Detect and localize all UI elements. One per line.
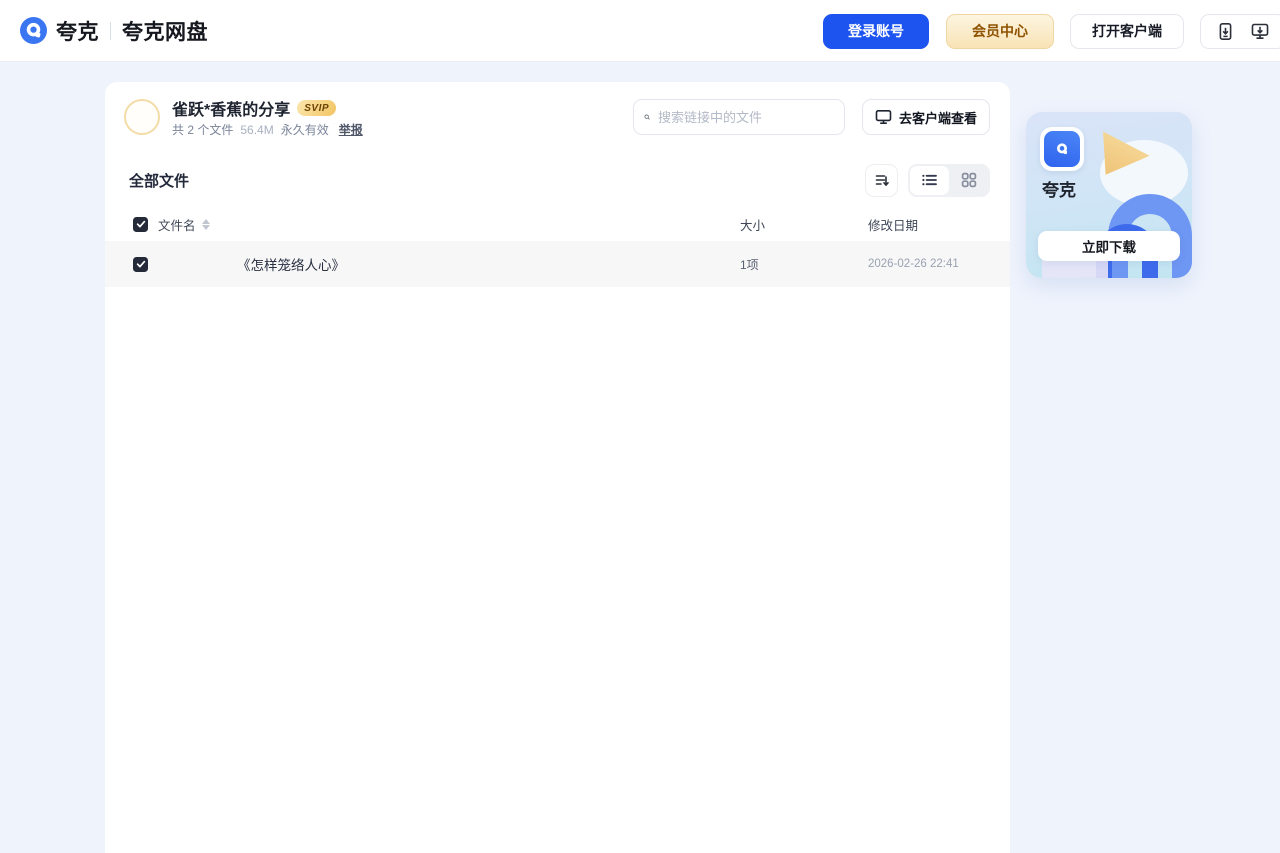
column-name-header[interactable]: 文件名 (158, 215, 196, 234)
file-row[interactable]: 《怎样笼络人心》 1项 2026-02-26 22:41 (105, 241, 1010, 287)
search-input[interactable] (658, 109, 834, 125)
brand-name: 夸克 (56, 20, 99, 44)
open-client-button[interactable]: 打开客户端 (1070, 13, 1184, 49)
view-toggle (908, 163, 990, 197)
quark-logo-icon (20, 17, 47, 44)
check-icon (136, 220, 145, 228)
monitor-icon (875, 109, 892, 124)
phone-download-icon[interactable] (1217, 22, 1234, 40)
svip-badge: SVIP (297, 100, 337, 116)
sort-order-button[interactable] (865, 163, 898, 197)
column-modified-header[interactable]: 修改日期 (868, 215, 986, 234)
share-content-card: 雀跃*香蕉的分享 SVIP 共 2 个文件 56.4M 永久有效 举报 去客户端… (105, 82, 1010, 853)
list-view-icon (922, 174, 937, 186)
file-table-header: 文件名 大小 修改日期 (105, 209, 1010, 239)
search-box[interactable] (633, 99, 845, 135)
share-validity: 永久有效 (280, 123, 329, 137)
select-all-checkbox[interactable] (133, 216, 148, 232)
sort-order-icon (875, 175, 889, 187)
file-section-header: 全部文件 (129, 163, 990, 197)
grid-view-button[interactable] (949, 166, 988, 195)
brand[interactable]: 夸克 夸克网盘 (20, 16, 208, 46)
monitor-download-icon[interactable] (1251, 23, 1269, 40)
share-file-count: 共 2 个文件 (172, 123, 234, 137)
promo-app-name: 夸克 (1042, 181, 1076, 200)
share-title: 雀跃*香蕉的分享 (172, 102, 291, 119)
list-view-button[interactable] (910, 165, 949, 195)
view-in-client-button[interactable]: 去客户端查看 (862, 99, 990, 135)
file-size: 1项 (740, 257, 759, 272)
brand-divider (110, 21, 111, 40)
sort-arrows-icon[interactable] (201, 218, 210, 230)
download-now-button[interactable]: 立即下载 (1038, 231, 1180, 261)
share-meta: 共 2 个文件 56.4M 永久有效 举报 (172, 121, 363, 138)
sharer-avatar (124, 99, 160, 135)
row-checkbox[interactable] (133, 256, 148, 272)
login-button[interactable]: 登录账号 (823, 13, 929, 49)
share-header: 雀跃*香蕉的分享 SVIP 共 2 个文件 56.4M 永久有效 举报 去客户端… (105, 82, 1010, 154)
file-modified-date: 2026-02-26 22:41 (868, 258, 959, 270)
report-link[interactable]: 举报 (339, 121, 363, 138)
quark-app-icon (1040, 127, 1084, 171)
download-apps-pill (1200, 13, 1280, 49)
view-in-client-label: 去客户端查看 (898, 110, 977, 126)
grid-view-icon (961, 172, 976, 188)
app-download-promo-card[interactable]: 夸克 立即下载 (1026, 112, 1192, 278)
brand-product-name: 夸克网盘 (122, 20, 208, 44)
header-actions: 登录账号 会员中心 打开客户端 (823, 0, 1280, 62)
check-icon (136, 260, 145, 268)
section-title: 全部文件 (129, 172, 190, 190)
quark-logo-icon (1057, 143, 1068, 155)
search-icon (644, 114, 650, 120)
share-total-size: 56.4M (240, 122, 274, 137)
membership-button[interactable]: 会员中心 (946, 13, 1054, 49)
top-header: 夸克 夸克网盘 登录账号 会员中心 打开客户端 (0, 0, 1280, 62)
column-size-header[interactable]: 大小 (740, 215, 868, 234)
file-name[interactable]: 《怎样笼络人心》 (237, 254, 345, 274)
